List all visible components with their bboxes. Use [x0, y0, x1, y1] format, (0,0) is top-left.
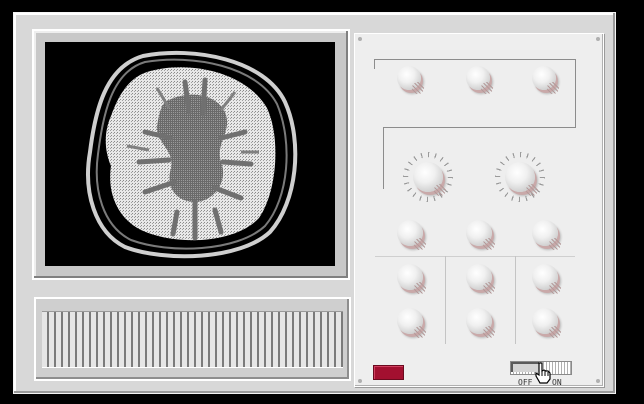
control-knob[interactable]	[532, 308, 561, 338]
monitor-screen	[45, 42, 335, 266]
speaker-grille	[34, 297, 351, 381]
control-knob[interactable]	[466, 66, 493, 94]
control-knob[interactable]	[466, 308, 495, 338]
switch-on-label: ON	[552, 378, 562, 387]
screw-icon	[596, 37, 600, 41]
divider	[445, 256, 446, 344]
large-control-knob[interactable]	[413, 162, 446, 196]
screw-icon	[596, 379, 600, 383]
bracket-line	[575, 59, 576, 127]
bracket-line	[383, 127, 576, 128]
control-knob[interactable]	[466, 220, 495, 250]
monitor-bezel	[32, 29, 350, 280]
control-knob[interactable]	[466, 264, 495, 294]
screw-icon	[358, 37, 362, 41]
control-knob[interactable]	[397, 308, 426, 338]
control-knob[interactable]	[532, 220, 561, 250]
brain-scan-image	[86, 50, 298, 259]
divider	[515, 256, 516, 344]
power-indicator-lamp	[373, 365, 404, 380]
bracket-line	[374, 59, 375, 69]
control-knob[interactable]	[532, 264, 561, 294]
bracket-line	[383, 127, 384, 189]
control-panel: OFF ON	[354, 33, 604, 387]
control-knob[interactable]	[397, 220, 426, 250]
divider	[375, 256, 575, 257]
grille-slots	[42, 311, 343, 368]
switch-off-label: OFF	[518, 378, 533, 387]
hand-cursor-icon	[535, 362, 551, 384]
bracket-line	[374, 59, 576, 60]
control-knob[interactable]	[532, 66, 559, 94]
device-cabinet: OFF ON	[13, 12, 616, 394]
screw-icon	[358, 379, 362, 383]
large-control-knob[interactable]	[505, 162, 538, 196]
control-knob[interactable]	[397, 264, 426, 294]
control-knob[interactable]	[397, 66, 424, 94]
